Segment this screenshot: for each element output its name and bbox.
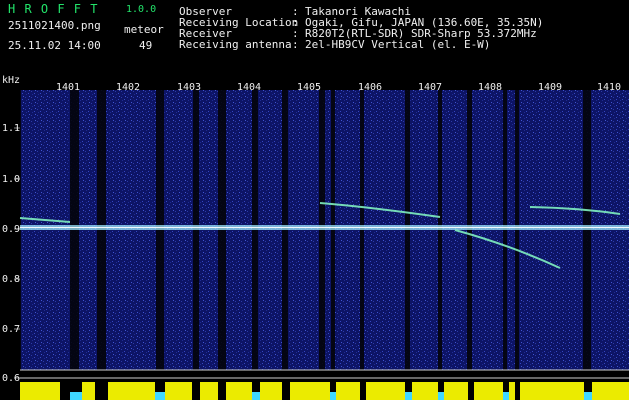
activity-dip [155,392,165,400]
x-tick-label: 1408 [478,82,503,93]
activity-dip [438,392,444,400]
activity-bar [509,382,515,400]
y-axis-unit: kHz [2,75,21,86]
x-tick-label: 1405 [297,82,322,93]
axis-margin [0,90,20,400]
activity-bar [444,382,468,400]
activity-bar [412,382,438,400]
activity-dip [405,392,412,400]
x-tick-label: 1407 [418,82,443,93]
carrier-core [20,227,629,228]
y-tick-label: 0.8 [2,274,21,285]
info-label-antenna: Receiving antenna [179,38,292,51]
x-tick-label: 1402 [116,82,141,93]
x-tick-label: 1409 [538,82,563,93]
x-tick-label: 1403 [177,82,202,93]
activity-bar [290,382,330,400]
activity-dip [330,392,336,400]
detection-count: 49 [139,39,153,52]
activity-bar [200,382,218,400]
activity-dip [584,392,592,400]
y-tick-label: 1.0 [2,174,21,185]
x-tick-label: 1401 [56,82,81,93]
activity-bar [474,382,503,400]
info-colon: : [292,38,299,51]
x-tick-label: 1404 [237,82,262,93]
info-value-antenna: 2el-HB9CV Vertical (el. E-W) [305,38,491,51]
activity-bar [260,382,282,400]
activity-dip [70,392,82,400]
timestamp: 25.11.02 14:00 [8,39,101,52]
header-panel: H R O F F T 1.0.0 2511021400.png meteor … [0,0,629,76]
y-tick-label: 0.7 [2,324,21,335]
spectrogram-background [0,90,629,400]
x-tick-label: 1406 [358,82,383,93]
activity-dip [503,392,509,400]
x-tick-label: 1410 [597,82,622,93]
file-name: 2511021400.png [8,19,101,32]
app-name: H R O F F T [8,2,99,16]
activity-bar [336,382,360,400]
activity-bar [520,382,584,400]
activity-bar [20,382,60,400]
y-tick-label: 1.1 [2,123,21,134]
activity-dip [252,392,260,400]
y-tick-label: 0.6 [2,373,21,384]
app-version: 1.0.0 [126,4,157,15]
activity-bar [366,382,405,400]
mode-label: meteor [124,23,164,36]
activity-bar [165,382,192,400]
spectrogram [0,90,629,400]
activity-bar [82,382,95,400]
activity-bar [592,382,629,400]
activity-bar [226,382,252,400]
activity-bar [108,382,155,400]
y-tick-label: 0.9 [2,224,21,235]
